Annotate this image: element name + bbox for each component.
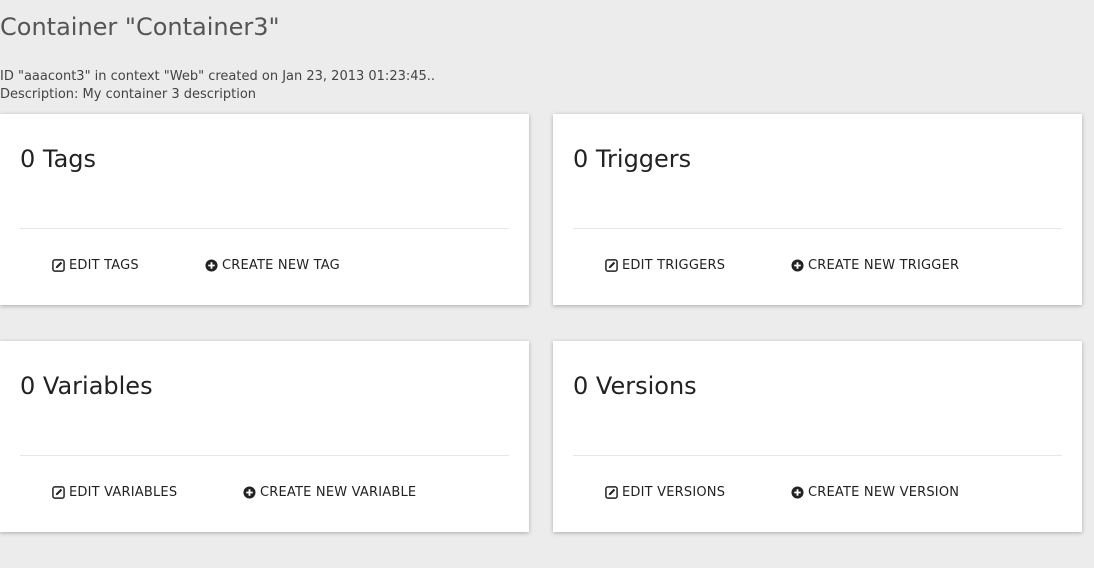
tags-card: 0 Tags EDIT TAGS CREATE NEW TAG (0, 114, 529, 305)
edit-versions-label: EDIT VERSIONS (622, 485, 726, 500)
tags-card-title: 0 Tags (20, 145, 97, 173)
edit-versions-button[interactable]: EDIT VERSIONS (605, 485, 725, 500)
edit-variables-label: EDIT VARIABLES (69, 485, 178, 500)
versions-card: 0 Versions EDIT VERSIONS CREATE NEW VERS… (553, 341, 1082, 532)
edit-tags-button[interactable]: EDIT TAGS (52, 258, 139, 273)
plus-circle-icon (791, 486, 804, 499)
container-id-info: ID "aaacont3" in context "Web" created o… (0, 69, 436, 84)
create-new-tag-button[interactable]: CREATE NEW TAG (205, 258, 340, 273)
triggers-card: 0 Triggers EDIT TRIGGERS CREATE NEW TRIG… (553, 114, 1082, 305)
plus-circle-icon (243, 486, 256, 499)
edit-triggers-button[interactable]: EDIT TRIGGERS (605, 258, 725, 273)
card-divider (573, 455, 1062, 456)
triggers-card-title: 0 Triggers (573, 145, 692, 173)
card-divider (20, 228, 509, 229)
edit-tags-label: EDIT TAGS (69, 258, 139, 273)
edit-triggers-label: EDIT TRIGGERS (622, 258, 726, 273)
versions-card-title: 0 Versions (573, 372, 697, 400)
create-new-variable-button[interactable]: CREATE NEW VARIABLE (243, 485, 416, 500)
edit-icon (52, 486, 65, 499)
edit-icon (605, 486, 618, 499)
plus-circle-icon (205, 259, 218, 272)
create-new-version-label: CREATE NEW VERSION (808, 485, 960, 500)
create-new-tag-label: CREATE NEW TAG (222, 258, 340, 273)
edit-icon (605, 259, 618, 272)
container-description: Description: My container 3 description (0, 87, 257, 102)
variables-card: 0 Variables EDIT VARIABLES CREATE NEW VA… (0, 341, 529, 532)
create-new-version-button[interactable]: CREATE NEW VERSION (791, 485, 959, 500)
create-new-trigger-button[interactable]: CREATE NEW TRIGGER (791, 258, 959, 273)
edit-icon (52, 259, 65, 272)
plus-circle-icon (791, 259, 804, 272)
create-new-trigger-label: CREATE NEW TRIGGER (808, 258, 960, 273)
create-new-variable-label: CREATE NEW VARIABLE (260, 485, 417, 500)
card-divider (573, 228, 1062, 229)
card-divider (20, 455, 509, 456)
edit-variables-button[interactable]: EDIT VARIABLES (52, 485, 177, 500)
variables-card-title: 0 Variables (20, 372, 153, 400)
page-title: Container "Container3" (0, 13, 280, 41)
